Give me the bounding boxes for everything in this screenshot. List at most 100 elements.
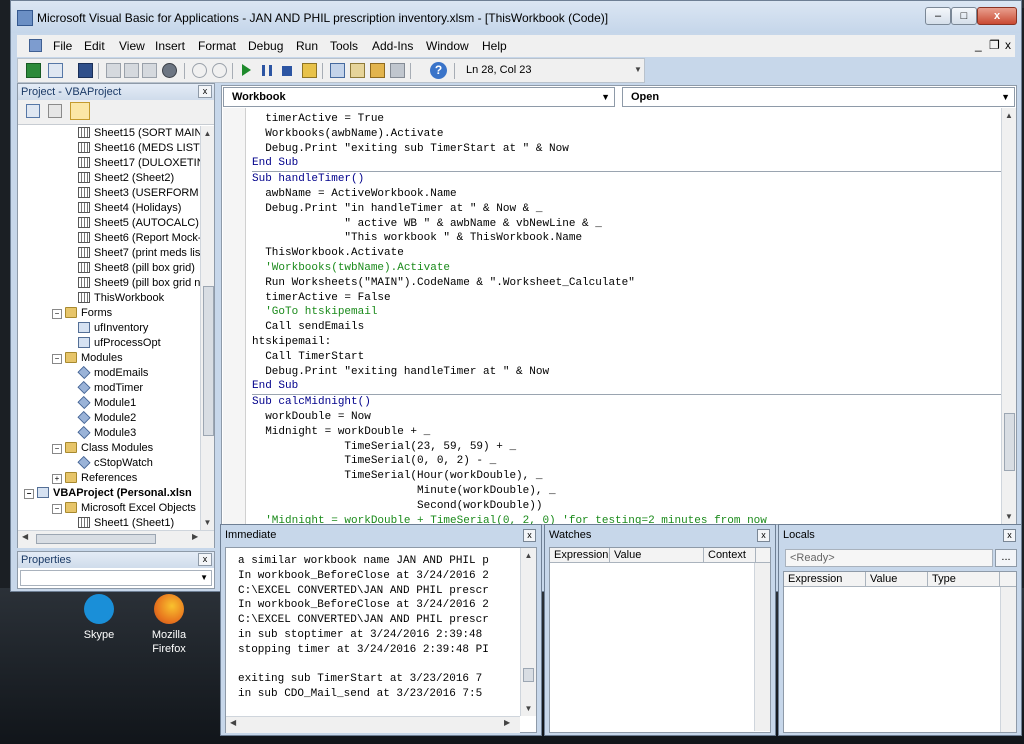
redo-icon[interactable] [212,63,227,78]
tree-item[interactable]: Sheet9 (pill box grid nc [18,276,200,291]
tree-item[interactable]: Sheet3 (USERFORM D [18,186,200,201]
code-line[interactable]: End Sub [252,379,1002,394]
locals-col-expression[interactable]: Expression [784,572,866,586]
immediate-scrollbar[interactable]: ▲ ▼ [520,548,536,716]
toolbar-options-icon[interactable]: ▼ [634,65,642,74]
locals-col-value[interactable]: Value [866,572,928,586]
project-close-button[interactable]: x [198,85,212,98]
menu-window[interactable]: Window [426,39,469,53]
break-icon[interactable] [262,65,272,76]
collapse-icon[interactable]: − [24,489,34,499]
menu-tools[interactable]: Tools [330,39,358,53]
collapse-icon[interactable]: − [52,309,62,319]
code-line[interactable]: workDouble = Now [252,410,1002,425]
scroll-down-arrow[interactable]: ▼ [201,515,214,530]
tree-item[interactable]: ufProcessOpt [18,336,161,351]
doc-restore-button[interactable]: ❐ [989,38,1000,52]
code-line[interactable]: awbName = ActiveWorkbook.Name [252,187,1002,202]
code-scrollbar[interactable]: ▲ ▼ [1001,108,1016,524]
tree-item[interactable]: Sheet16 (MEDS LIST) [18,141,200,156]
locals-col-type[interactable]: Type [928,572,1000,586]
scroll-left-arrow[interactable]: ◀ [22,532,28,541]
run-icon[interactable] [242,64,251,76]
view-object-icon[interactable] [48,104,62,118]
collapse-icon[interactable]: − [52,444,62,454]
locals-close-button[interactable]: x [1003,529,1016,542]
immediate-line[interactable]: in sub stoptimer at 3/24/2016 2:39:48 [238,628,520,643]
watches-close-button[interactable]: x [757,529,770,542]
tree-item[interactable]: − Microsoft Excel Objects [18,501,196,516]
maximize-button[interactable]: □ [951,7,977,25]
code-line[interactable]: Second(workDouble)) [252,499,1002,514]
paste-icon[interactable] [142,63,157,78]
immediate-line[interactable]: exiting sub TimerStart at 3/23/2016 7 [238,672,520,687]
menu-help[interactable]: Help [482,39,507,53]
code-line[interactable]: " active WB " & awbName & vbNewLine & _ [252,217,1002,232]
tree-item[interactable]: Module1 [18,395,136,411]
code-line[interactable]: Workbooks(awbName).Activate [252,127,1002,142]
immediate-line[interactable]: stopping timer at 3/24/2016 2:39:48 PI [238,643,520,658]
code-line[interactable]: Sub handleTimer() [252,172,1002,187]
tree-item[interactable]: + References [18,471,137,486]
copy-icon[interactable] [124,63,139,78]
menu-debug[interactable]: Debug [248,39,283,53]
tree-item[interactable]: Sheet8 (pill box grid) [18,261,195,276]
immediate-pane[interactable]: a similar workbook name JAN AND PHIL p In… [225,547,537,733]
immediate-line[interactable]: in sub CDO_Mail_send at 3/23/2016 7:5 [238,687,520,702]
code-margin[interactable] [223,108,246,524]
desktop-icon-skype[interactable]: Skype [64,594,134,642]
properties-window-icon[interactable] [350,63,365,78]
cut-icon[interactable] [106,63,121,78]
code-line[interactable]: Call TimerStart [252,350,1002,365]
project-tree-hscrollbar[interactable]: ◀ ▶ [18,530,214,548]
find-icon[interactable] [162,63,177,78]
code-line[interactable]: Debug.Print "in handleTimer at " & Now &… [252,202,1002,217]
menu-add-ins[interactable]: Add-Ins [372,39,413,53]
expand-icon[interactable]: + [52,474,62,484]
object-browser-icon[interactable] [370,63,385,78]
immediate-line[interactable] [238,658,520,673]
code-line[interactable]: Run Worksheets("MAIN").CodeName & ".Work… [252,276,1002,291]
menu-run[interactable]: Run [296,39,318,53]
object-combo[interactable]: Workbook ▼ [223,87,615,107]
collapse-icon[interactable]: − [52,504,62,514]
collapse-icon[interactable]: − [52,354,62,364]
code-line[interactable]: "This workbook " & ThisWorkbook.Name [252,231,1002,246]
scroll-down-arrow[interactable]: ▼ [1002,509,1016,524]
watches-col-value[interactable]: Value [610,548,704,562]
scroll-thumb[interactable] [1004,413,1015,471]
reset-icon[interactable] [282,66,292,76]
save-icon[interactable] [78,63,93,78]
tree-item[interactable]: modTimer [18,380,143,396]
tree-item[interactable]: − Class Modules [18,441,153,456]
tree-item[interactable]: Module3 [18,425,136,441]
immediate-close-button[interactable]: x [523,529,536,542]
code-line[interactable]: timerActive = True [252,112,1002,127]
scroll-right-arrow[interactable]: ▶ [504,718,510,727]
scroll-up-arrow[interactable]: ▲ [1002,108,1016,123]
immediate-line[interactable]: C:\EXCEL CONVERTED\JAN AND PHIL prescr [238,584,520,599]
document-icon[interactable] [29,39,42,52]
menu-insert[interactable]: Insert [155,39,185,53]
code-line[interactable]: Minute(workDouble), _ [252,484,1002,499]
code-editor[interactable]: timerActive = True Workbooks(awbName).Ac… [252,112,1002,524]
project-explorer-icon[interactable] [330,63,345,78]
code-comment-line[interactable]: 'Midnight = workDouble + TimeSerial(0, 2… [252,514,1002,524]
close-button[interactable]: x [977,7,1017,25]
tree-item[interactable]: Sheet4 (Holidays) [18,201,181,216]
code-comment-line[interactable]: 'GoTo htskipemail [252,305,1002,320]
tree-item[interactable]: cStopWatch [18,455,153,471]
immediate-line[interactable]: In workbook_BeforeClose at 3/24/2016 2 [238,569,520,584]
doc-minimize-button[interactable]: _ [975,38,982,52]
call-stack-button[interactable]: ... [995,549,1017,567]
immediate-line[interactable]: a similar workbook name JAN AND PHIL p [238,554,520,569]
properties-object-combo[interactable]: ▼ [20,570,212,586]
tree-item[interactable]: − Forms [18,306,112,321]
code-line[interactable]: Call sendEmails [252,320,1002,335]
tree-item[interactable]: modEmails [18,365,148,381]
code-line[interactable]: htskipemail: [252,335,1002,350]
design-mode-icon[interactable] [302,63,317,78]
tree-item[interactable]: Sheet17 (DULOXETINE [18,156,200,171]
desktop-icon-firefox[interactable]: Mozilla Firefox [134,594,204,656]
procedure-combo[interactable]: Open ▼ [622,87,1015,107]
